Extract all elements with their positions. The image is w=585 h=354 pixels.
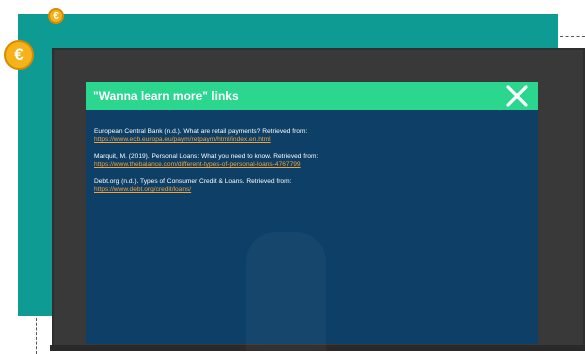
dashed-guide-horizontal — [560, 36, 585, 37]
euro-coin-icon: € — [48, 8, 64, 24]
reference-link[interactable]: https://www.debt.org/credit/loans/ — [94, 186, 524, 194]
close-icon — [506, 85, 528, 107]
close-button[interactable] — [504, 83, 530, 109]
learn-more-modal: "Wanna learn more" links European Centra… — [86, 82, 538, 352]
stage: € € "Wanna learn more" links European Ce… — [0, 0, 585, 354]
coin-glyph: € — [14, 45, 24, 64]
reference-item: Marquit, M. (2019). Personal Loans: What… — [94, 153, 524, 169]
reference-link[interactable]: https://www.thebalance.com/different-typ… — [94, 161, 524, 169]
reference-item: European Central Bank (n.d.). What are r… — [94, 128, 524, 144]
reference-citation: European Central Bank (n.d.). What are r… — [94, 128, 308, 135]
reference-citation: Debt.org (n.d.). Types of Consumer Credi… — [94, 178, 292, 185]
euro-coin-icon: € — [4, 40, 34, 70]
reference-list: European Central Bank (n.d.). What are r… — [94, 128, 524, 203]
background-figure — [246, 232, 326, 352]
dashed-guide-vertical — [36, 318, 37, 354]
reference-link[interactable]: https://www.ecb.europa.eu/paym/retpaym/h… — [94, 136, 524, 144]
modal-header: "Wanna learn more" links — [86, 82, 538, 110]
reference-citation: Marquit, M. (2019). Personal Loans: What… — [94, 153, 319, 160]
coin-glyph: € — [53, 10, 59, 22]
reference-item: Debt.org (n.d.). Types of Consumer Credi… — [94, 178, 524, 194]
modal-title: "Wanna learn more" links — [93, 89, 239, 103]
